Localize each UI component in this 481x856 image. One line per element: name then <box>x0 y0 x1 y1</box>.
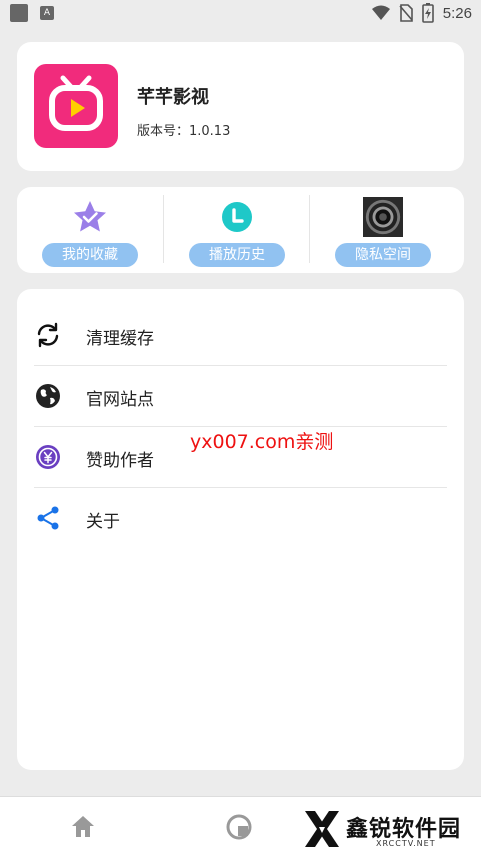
menu-label: 清理缓存 <box>86 329 154 349</box>
quick-history[interactable]: 播放历史 <box>164 187 310 273</box>
brand-logo-icon <box>305 811 339 847</box>
quick-private-space[interactable]: 隐私空间 <box>310 187 456 273</box>
profile-icon[interactable] <box>224 812 254 842</box>
menu-item-website[interactable]: 官网站点 <box>34 366 447 427</box>
menu-label: 赞助作者 <box>86 451 154 471</box>
globe-icon <box>34 382 62 410</box>
app-version: 版本号：1.0.13 <box>137 124 231 139</box>
app-info-card: 芊芊影视 版本号：1.0.13 <box>17 42 464 171</box>
clock-icon <box>217 197 257 237</box>
favorites-button[interactable]: 我的收藏 <box>42 243 138 267</box>
status-time: 5:26 <box>442 4 472 22</box>
app-name: 芊芊影视 <box>137 87 209 108</box>
home-icon[interactable] <box>68 812 98 842</box>
notification-square-icon <box>10 4 28 22</box>
watermark-text: yx007.com亲测 <box>190 431 334 453</box>
quick-actions-card: 我的收藏 播放历史 隐私空间 <box>17 187 464 273</box>
camera-lens-icon <box>363 197 403 237</box>
refresh-icon <box>34 321 62 349</box>
brand-subtext: XRCCTV.NET <box>376 839 436 848</box>
no-sim-icon <box>399 4 413 22</box>
bottom-nav: 鑫锐软件园 XRCCTV.NET <box>0 796 481 856</box>
share-icon <box>34 504 62 532</box>
menu-item-about[interactable]: 关于 <box>34 488 447 549</box>
menu-item-clear-cache[interactable]: 清理缓存 <box>34 305 447 366</box>
star-check-icon <box>70 197 110 237</box>
menu-card: 清理缓存 官网站点 赞助作者 关于 <box>17 289 464 770</box>
brand-watermark: 鑫锐软件园 XRCCTV.NET <box>302 807 478 851</box>
wifi-icon <box>371 5 390 20</box>
history-button[interactable]: 播放历史 <box>189 243 285 267</box>
app-logo <box>34 64 118 148</box>
menu-label: 关于 <box>86 512 120 532</box>
quick-favorites[interactable]: 我的收藏 <box>17 187 163 273</box>
battery-charging-icon <box>421 3 434 23</box>
menu-label: 官网站点 <box>86 390 154 410</box>
private-space-button[interactable]: 隐私空间 <box>335 243 431 267</box>
tv-play-icon <box>49 75 103 131</box>
yen-coin-icon <box>34 443 62 471</box>
notification-a-icon: A <box>40 6 54 20</box>
status-bar: A 5:26 <box>0 0 481 26</box>
